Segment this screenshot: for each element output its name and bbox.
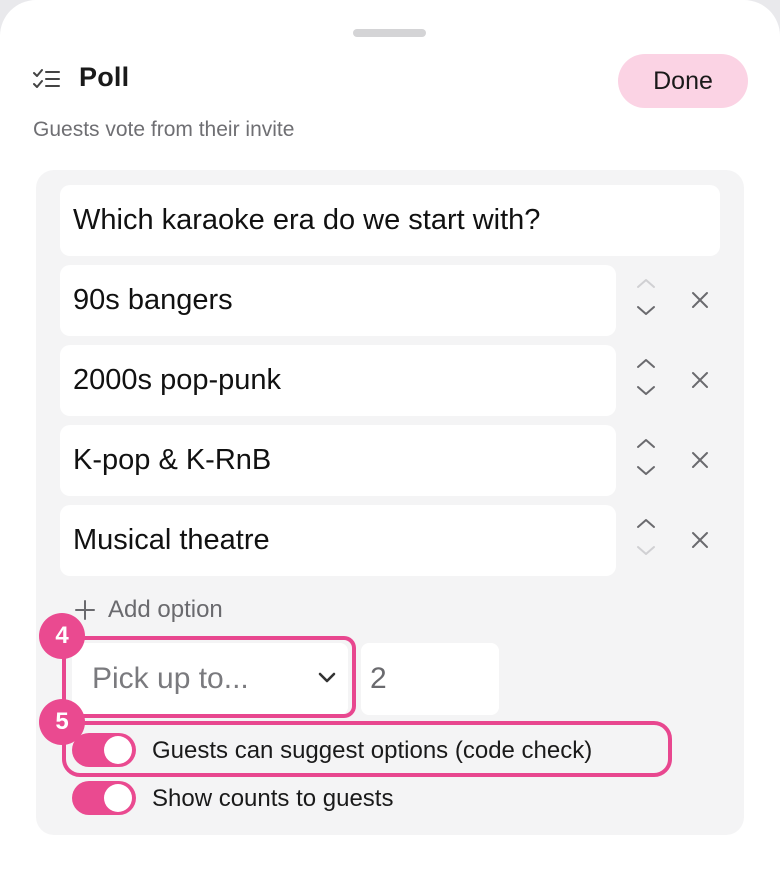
drag-handle[interactable] — [353, 29, 426, 37]
remove-option-button[interactable] — [684, 284, 716, 316]
reorder-arrows — [630, 432, 662, 492]
show-counts-label: Show counts to guests — [152, 785, 394, 812]
remove-option-button[interactable] — [684, 524, 716, 556]
checklist-icon — [33, 69, 60, 88]
move-up-icon[interactable] — [635, 356, 657, 370]
sheet-title: Poll — [79, 62, 130, 92]
reorder-arrows — [630, 272, 662, 332]
question-input[interactable]: Which karaoke era do we start with? — [60, 185, 720, 256]
move-down-icon[interactable] — [635, 464, 657, 478]
highlight-frame-4 — [66, 636, 356, 718]
add-option-label: Add option — [108, 596, 223, 623]
move-down-icon[interactable] — [635, 304, 657, 318]
option-input[interactable]: Musical theatre — [60, 505, 616, 576]
suggest-options-label: Guests can suggest options (code check) — [152, 737, 593, 764]
sheet-subtitle: Guests vote from their invite — [33, 118, 295, 141]
step-badge-5: 5 — [39, 699, 85, 745]
add-option-button[interactable]: Add option — [74, 594, 223, 626]
move-up-icon[interactable] — [635, 436, 657, 450]
reorder-arrows — [630, 512, 662, 572]
remove-option-button[interactable] — [684, 444, 716, 476]
remove-option-button[interactable] — [684, 364, 716, 396]
toggle-knob — [104, 784, 132, 812]
move-up-icon[interactable] — [635, 516, 657, 530]
option-input[interactable]: K-pop & K-RnB — [60, 425, 616, 496]
step-badge-4: 4 — [39, 613, 85, 659]
show-counts-toggle[interactable] — [72, 781, 136, 815]
reorder-arrows — [630, 352, 662, 412]
toggle-knob — [104, 736, 132, 764]
option-input[interactable]: 90s bangers — [60, 265, 616, 336]
plus-icon — [75, 600, 95, 620]
bottom-sheet: Poll Done Guests vote from their invite … — [0, 0, 780, 872]
move-up-icon[interactable] — [635, 276, 657, 290]
move-down-icon[interactable] — [635, 384, 657, 398]
close-icon — [692, 532, 708, 548]
move-down-icon[interactable] — [635, 544, 657, 558]
suggest-options-toggle[interactable] — [72, 733, 136, 767]
close-icon — [692, 452, 708, 468]
close-icon — [692, 292, 708, 308]
done-button[interactable]: Done — [618, 54, 748, 108]
close-icon — [692, 372, 708, 388]
option-input[interactable]: 2000s pop-punk — [60, 345, 616, 416]
pick-limit-number-input[interactable]: 2 — [361, 643, 499, 715]
